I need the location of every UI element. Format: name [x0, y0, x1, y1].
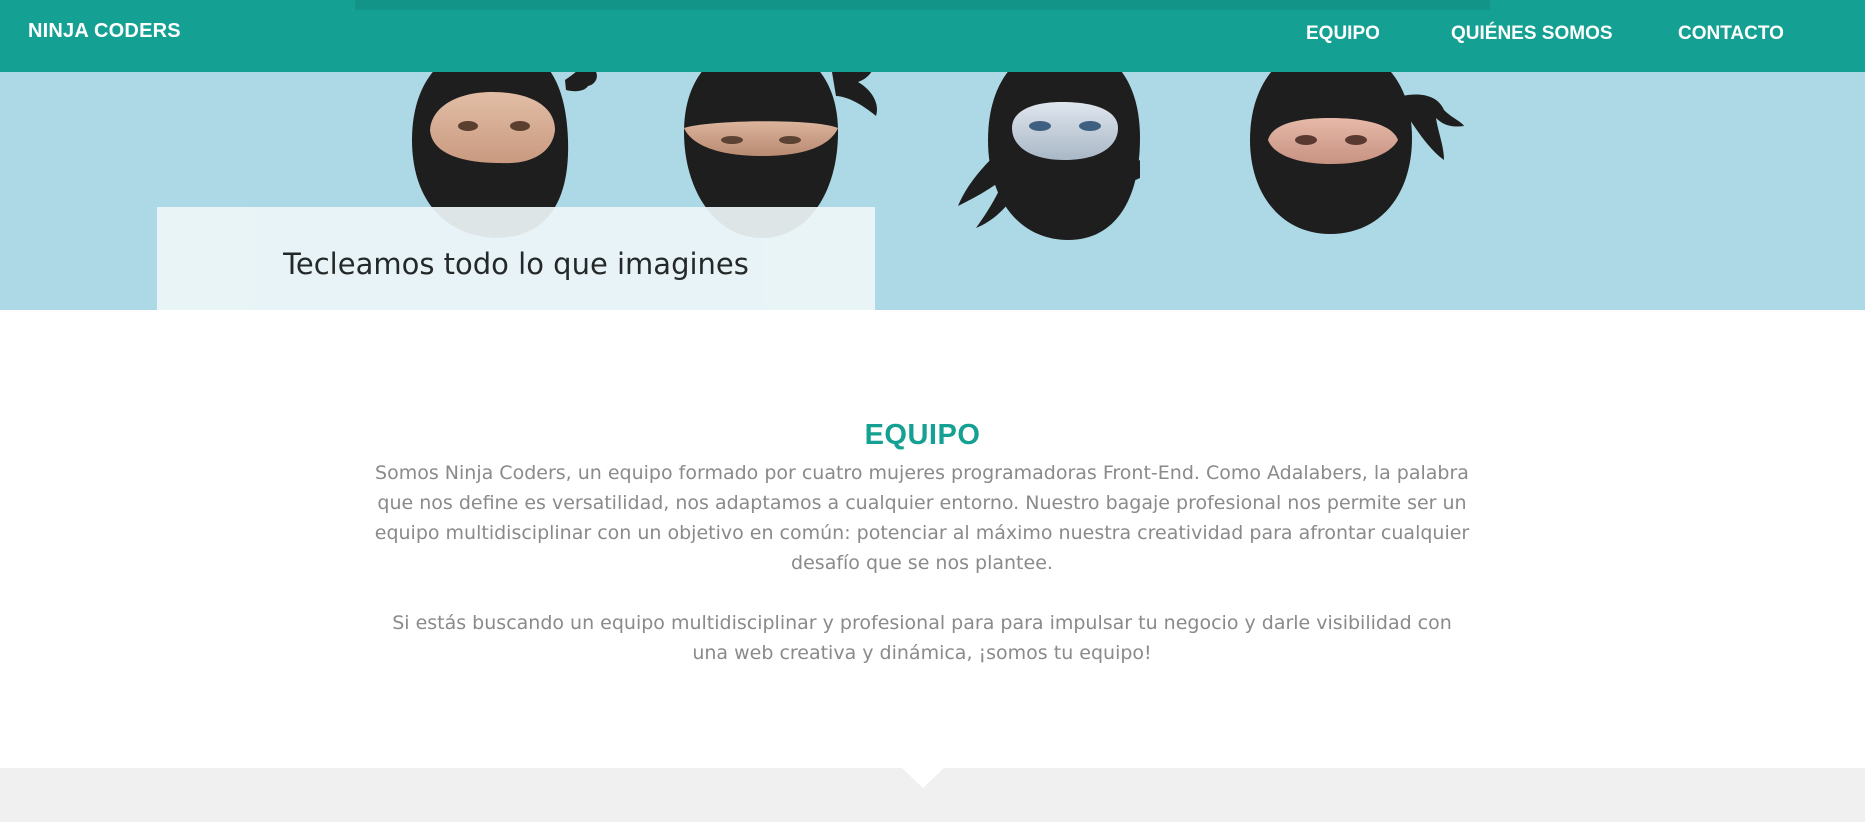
team-section: EQUIPO Somos Ninja Coders, un equipo for… — [0, 310, 1865, 768]
nav-link-equipo[interactable]: EQUIPO — [1306, 23, 1380, 45]
navbar-background-strip — [355, 0, 1490, 10]
nav-link-quienes-somos[interactable]: QUIÉNES SOMOS — [1451, 23, 1613, 45]
team-call-to-action: Si estás buscando un equipo multidiscipl… — [392, 612, 1452, 664]
ninja-avatar-icon — [1250, 45, 1464, 234]
tagline-box: Tecleamos todo lo que imagines — [157, 207, 875, 310]
brand-logo-link[interactable]: NINJA CODERS — [28, 20, 181, 43]
top-navbar: NINJA CODERS EQUIPO QUIÉNES SOMOS CONTAC… — [0, 0, 1865, 72]
ninja-avatar-icon — [958, 45, 1140, 240]
team-description: Somos Ninja Coders, un equipo formado po… — [374, 462, 1470, 574]
page: Tecleamos todo lo que imagines NINJA COD… — [0, 0, 1865, 822]
nav-link-contacto[interactable]: CONTACTO — [1678, 23, 1784, 45]
section-title: EQUIPO — [864, 419, 981, 452]
hero-tagline: Tecleamos todo lo que imagines — [283, 247, 749, 281]
section-divider-arrow-icon — [902, 768, 944, 788]
